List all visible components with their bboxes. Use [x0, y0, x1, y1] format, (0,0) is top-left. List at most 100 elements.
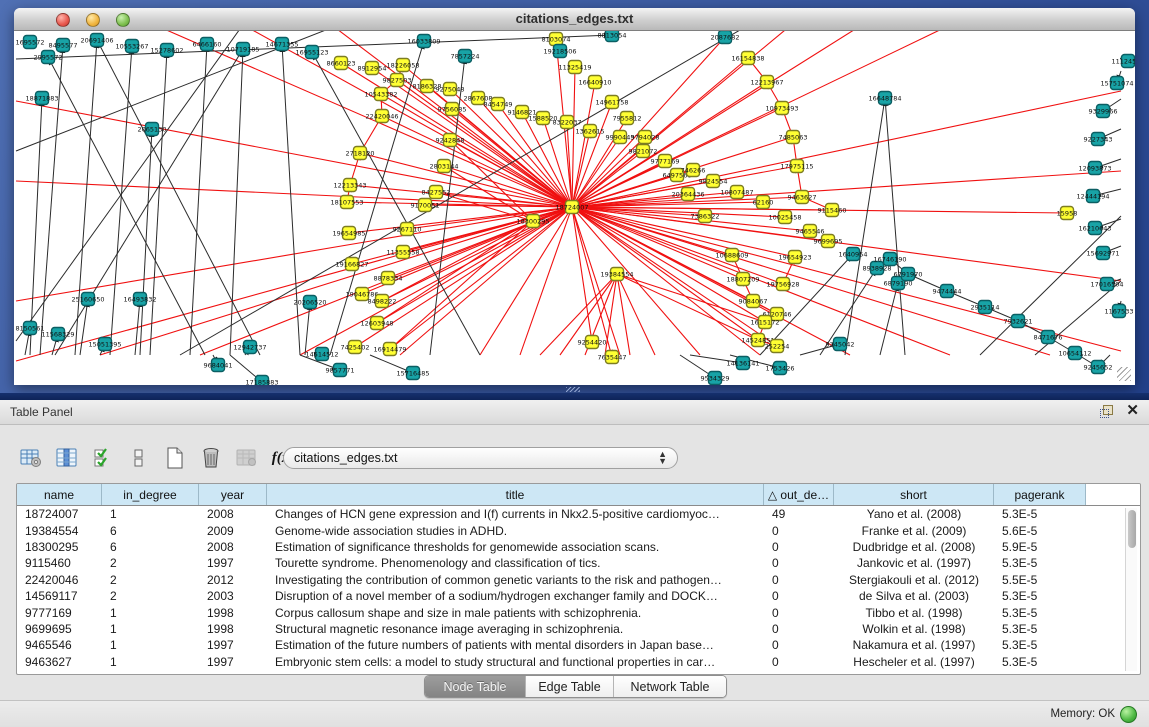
network-node[interactable]: 19384554	[600, 268, 633, 281]
vertical-scrollbar[interactable]	[1125, 508, 1137, 671]
delete-trash-icon[interactable]	[198, 445, 224, 471]
window-resize-grip[interactable]	[1117, 367, 1131, 381]
network-view-window[interactable]: citations_edges.txt 18724007183002951938…	[14, 8, 1135, 385]
table-row[interactable]: 946554611997Estimation of the future num…	[17, 637, 1140, 653]
network-edge[interactable]	[880, 283, 898, 355]
network-canvas[interactable]: 1872400718300295193845548660123891295418…	[14, 31, 1135, 385]
network-node[interactable]: 62160	[753, 196, 774, 209]
citation-edge[interactable]	[617, 274, 655, 355]
network-node[interactable]: 16493832	[123, 293, 156, 306]
network-node[interactable]: 12942737	[233, 341, 266, 354]
row-pair-icon[interactable]	[126, 445, 152, 471]
network-node[interactable]: 15716485	[396, 367, 429, 380]
network-edge[interactable]	[48, 57, 205, 355]
table-row[interactable]: 1938455462009Genome-wide association stu…	[17, 522, 1140, 538]
network-node[interactable]: 8912954	[358, 62, 387, 75]
network-node[interactable]: 8660123	[327, 57, 356, 70]
tab-node-table[interactable]: Node Table	[425, 676, 526, 697]
network-node[interactable]: 15692971	[1086, 247, 1119, 260]
network-node[interactable]: 10973493	[765, 102, 798, 115]
network-node[interactable]: 18807209	[726, 273, 759, 286]
network-node[interactable]: 11325419	[558, 61, 591, 74]
select-columns-icon[interactable]	[90, 445, 116, 471]
network-node[interactable]: 9245042	[826, 338, 855, 351]
network-node[interactable]: 15278602	[150, 44, 183, 57]
network-node[interactable]: 8878334	[374, 272, 403, 285]
table-select-dropdown[interactable]: citations_edges.txt ▲▼	[283, 447, 678, 469]
column-header-year[interactable]: year	[199, 484, 267, 505]
network-node[interactable]: 14961758	[595, 96, 628, 109]
network-node[interactable]: 9115460	[818, 204, 847, 217]
network-node[interactable]: 18107553	[330, 196, 363, 209]
float-panel-icon[interactable]	[1100, 405, 1113, 418]
table-row[interactable]: 1456911722003Disruption of a novel membe…	[17, 588, 1140, 604]
network-node[interactable]: 11568329	[41, 328, 74, 341]
network-node[interactable]: 19654923	[778, 251, 811, 264]
network-node[interactable]: 8813054	[598, 31, 627, 42]
network-node[interactable]: 9857771	[326, 364, 355, 377]
network-node[interactable]: 25160650	[71, 293, 104, 306]
network-node[interactable]: 9084067	[739, 295, 768, 308]
network-node[interactable]: 7485063	[779, 131, 808, 144]
network-node[interactable]: 8103074	[542, 33, 571, 46]
split-grip-icon[interactable]	[566, 387, 580, 392]
network-node[interactable]: 19756928	[766, 278, 799, 291]
network-node[interactable]: 12213343	[333, 179, 366, 192]
network-node[interactable]: 9699695	[814, 235, 843, 248]
table-row[interactable]: 2242004622012Investigating the contribut…	[17, 572, 1140, 588]
network-node[interactable]: 9824554	[699, 175, 728, 188]
network-node[interactable]: 1753426	[766, 362, 795, 375]
column-header-pagerank[interactable]: pagerank	[994, 484, 1086, 505]
close-panel-icon[interactable]: ✕	[1126, 402, 1139, 420]
column-header-indegree[interactable]: in_degree	[102, 484, 199, 505]
network-node[interactable]: 17975115	[780, 160, 813, 173]
network-window-titlebar[interactable]: citations_edges.txt	[14, 8, 1135, 31]
network-node[interactable]: 6466160	[193, 38, 222, 51]
network-node[interactable]: 8471676	[1034, 331, 1063, 344]
network-node[interactable]: 2995572	[34, 51, 63, 64]
network-node[interactable]: 9254420	[578, 336, 607, 349]
new-document-icon[interactable]	[162, 445, 188, 471]
network-node[interactable]: 2803144	[430, 160, 459, 173]
tab-network-table[interactable]: Network Table	[614, 676, 726, 697]
network-edge[interactable]	[305, 302, 310, 355]
network-node[interactable]: 1362615	[576, 125, 605, 138]
network-node[interactable]: 15751074	[1100, 77, 1133, 90]
network-node[interactable]: 12603948	[360, 317, 393, 330]
network-node[interactable]: 12093873	[1078, 162, 1111, 175]
network-node[interactable]: 10688609	[715, 249, 748, 262]
network-node[interactable]: 19654985	[332, 227, 365, 240]
column-header-name[interactable]: name	[17, 484, 102, 505]
network-node[interactable]: 15051395	[88, 338, 121, 351]
network-node[interactable]: 1640954	[839, 248, 868, 261]
scrollbar-thumb[interactable]	[1128, 510, 1136, 548]
network-node[interactable]: 8498222	[368, 295, 397, 308]
network-node[interactable]: 9534329	[701, 372, 730, 385]
show-column-icon[interactable]	[54, 445, 80, 471]
network-node[interactable]: 10719185	[226, 43, 259, 56]
network-node[interactable]: 10654112	[1058, 347, 1091, 360]
network-edge[interactable]	[282, 44, 300, 355]
network-node[interactable]: 2087682	[711, 31, 740, 44]
network-node[interactable]: 11124567	[1111, 55, 1135, 68]
network-node[interactable]: 17185883	[245, 376, 278, 386]
network-node[interactable]: 9329966	[1089, 105, 1118, 118]
network-node[interactable]: 16033809	[407, 35, 440, 48]
network-node[interactable]: 10553267	[115, 40, 148, 53]
network-node[interactable]: 9170051	[411, 199, 440, 212]
citation-edge[interactable]	[617, 274, 630, 355]
network-node[interactable]: 252254	[765, 340, 790, 353]
table-row[interactable]: 911546021997Tourette syndrome. Phenomeno…	[17, 555, 1140, 571]
node-table[interactable]: namein_degreeyeartitle△ out_de…shortpage…	[16, 483, 1141, 675]
network-node[interactable]: 17016504	[1090, 278, 1123, 291]
network-edge[interactable]	[845, 98, 885, 355]
network-node[interactable]: 12444194	[1076, 190, 1109, 203]
network-node[interactable]: 18871883	[25, 92, 58, 105]
network-node[interactable]: 10025458	[768, 211, 801, 224]
network-edge[interactable]	[55, 49, 243, 355]
network-node[interactable]: 16154838	[731, 52, 764, 65]
network-node[interactable]: 22420046	[365, 110, 398, 123]
network-node[interactable]: 7386322	[691, 210, 720, 223]
network-node[interactable]: 1167533	[1105, 305, 1134, 318]
network-node[interactable]: 9827503	[383, 74, 412, 87]
